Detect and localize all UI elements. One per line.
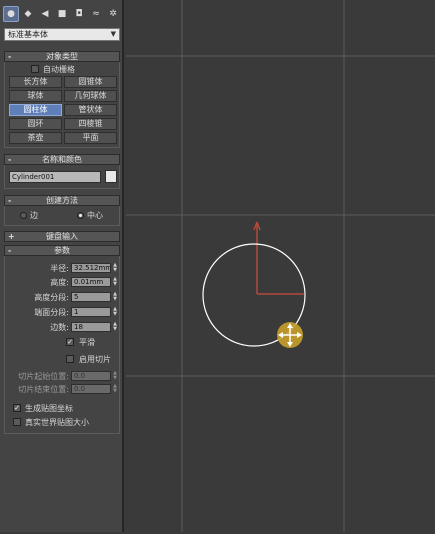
sides-input[interactable]: 18 <box>71 322 111 332</box>
systems-icon[interactable]: ✲ <box>105 6 121 22</box>
height-segments-input[interactable]: 5 <box>71 292 111 302</box>
sphere-button[interactable]: 球体 <box>9 90 62 102</box>
smooth-label: 平滑 <box>79 338 95 347</box>
pyramid-button[interactable]: 四棱锥 <box>64 118 117 130</box>
object-type-group: 自动栅格 长方体 圆锥体 球体 几何球体 圆柱体 管状体 圆环 四棱锥 茶壶 平… <box>4 62 120 148</box>
gen-mapping-label: 生成贴图坐标 <box>25 404 73 413</box>
gen-mapping-checkbox[interactable]: ✓ <box>13 404 21 412</box>
parameters-group: 半径: 32.512mm ▲ ▼ 高度: 0.01mm ▲ ▼ 高度分段: 5 ▲ ▼… <box>4 256 120 434</box>
command-panel-tabs: ● ◆ ◀ ■ ◘ ≈ ✲ <box>3 6 121 24</box>
cylinder-button[interactable]: 圆柱体 <box>9 104 62 116</box>
torus-button[interactable]: 圆环 <box>9 118 62 130</box>
geometry-icon[interactable]: ● <box>3 6 19 22</box>
lights-icon[interactable]: ◀ <box>37 6 53 22</box>
chevron-down-icon: ▼ <box>110 30 116 38</box>
viewport-canvas <box>126 0 435 532</box>
sides-label: 边数: <box>50 323 69 332</box>
rollout-object-type[interactable]: - 对象类型 <box>4 51 120 62</box>
height-spinner-icon[interactable]: ▲ ▼ <box>112 277 118 287</box>
rollout-parameters-title: 参数 <box>54 246 70 255</box>
collapse-icon: - <box>8 155 12 164</box>
sides-spinner-icon[interactable]: ▲ ▼ <box>112 322 118 332</box>
slice-from-input[interactable]: 0.0 <box>71 371 111 381</box>
autogrid-label: 自动栅格 <box>43 65 75 74</box>
autogrid-checkbox[interactable] <box>31 65 39 73</box>
shapes-icon[interactable]: ◆ <box>20 6 36 22</box>
cone-button[interactable]: 圆锥体 <box>64 76 117 88</box>
real-world-checkbox[interactable] <box>13 418 21 426</box>
slice-on-checkbox[interactable] <box>66 355 74 363</box>
edge-radio-label: 边 <box>30 211 38 220</box>
plane-button[interactable]: 平面 <box>64 132 117 144</box>
slice-to-input[interactable]: 0.0 <box>71 384 111 394</box>
space-warps-icon[interactable]: ≈ <box>88 6 104 22</box>
cap-segments-label: 端面分段: <box>34 308 69 317</box>
geosphere-button[interactable]: 几何球体 <box>64 90 117 102</box>
center-radio-label: 中心 <box>87 211 103 220</box>
height-input[interactable]: 0.01mm <box>71 277 111 287</box>
category-dropdown[interactable]: 标准基本体 ▼ <box>4 28 120 41</box>
edge-radio[interactable] <box>20 212 27 219</box>
radius-spinner-icon[interactable]: ▲ ▼ <box>112 263 118 273</box>
center-radio[interactable] <box>77 212 84 219</box>
height-segments-spinner-icon[interactable]: ▲ ▼ <box>112 292 118 302</box>
rollout-creation-method[interactable]: - 创建方法 <box>4 195 120 206</box>
cameras-icon[interactable]: ■ <box>54 6 70 22</box>
height-segments-label: 高度分段: <box>34 293 69 302</box>
command-panel: ● ◆ ◀ ■ ◘ ≈ ✲ 标准基本体 ▼ - 对象类型 自动栅格 长方体 圆锥… <box>0 0 124 532</box>
helpers-icon[interactable]: ◘ <box>71 6 87 22</box>
slice-to-label: 切片结束位置: <box>18 385 69 394</box>
expand-icon: + <box>8 232 15 241</box>
radius-input[interactable]: 32.512mm <box>71 263 111 273</box>
slice-to-spinner-icon[interactable]: ▲ ▼ <box>112 384 118 394</box>
rollout-keyboard-entry[interactable]: + 键盘输入 <box>4 231 120 242</box>
slice-on-label: 启用切片 <box>79 355 111 364</box>
viewport[interactable] <box>126 0 435 532</box>
real-world-label: 真实世界贴图大小 <box>25 418 89 427</box>
collapse-icon: - <box>8 246 12 255</box>
name-color-group: Cylinder001 <box>4 165 120 189</box>
cap-segments-spinner-icon[interactable]: ▲ ▼ <box>112 307 118 317</box>
slice-from-spinner-icon[interactable]: ▲ ▼ <box>112 371 118 381</box>
radius-label: 半径: <box>50 264 69 273</box>
cap-segments-input[interactable]: 1 <box>71 307 111 317</box>
move-cursor-icon <box>277 322 303 348</box>
rollout-creation-method-title: 创建方法 <box>46 196 78 205</box>
box-button[interactable]: 长方体 <box>9 76 62 88</box>
rollout-name-color-title: 名称和颜色 <box>42 155 82 164</box>
rollout-keyboard-entry-title: 键盘输入 <box>46 232 78 241</box>
rollout-object-type-title: 对象类型 <box>46 52 78 61</box>
collapse-icon: - <box>8 52 12 61</box>
smooth-checkbox[interactable]: ✓ <box>66 338 74 346</box>
teapot-button[interactable]: 茶壶 <box>9 132 62 144</box>
slice-from-label: 切片起始位置: <box>18 372 69 381</box>
category-dropdown-value: 标准基本体 <box>8 30 48 39</box>
object-name-input[interactable]: Cylinder001 <box>9 171 101 183</box>
rollout-name-color[interactable]: - 名称和颜色 <box>4 154 120 165</box>
collapse-icon: - <box>8 196 12 205</box>
height-label: 高度: <box>50 278 69 287</box>
object-color-swatch[interactable] <box>105 170 117 183</box>
rollout-parameters[interactable]: - 参数 <box>4 245 120 256</box>
creation-method-group: 边 中心 <box>4 206 120 226</box>
tube-button[interactable]: 管状体 <box>64 104 117 116</box>
